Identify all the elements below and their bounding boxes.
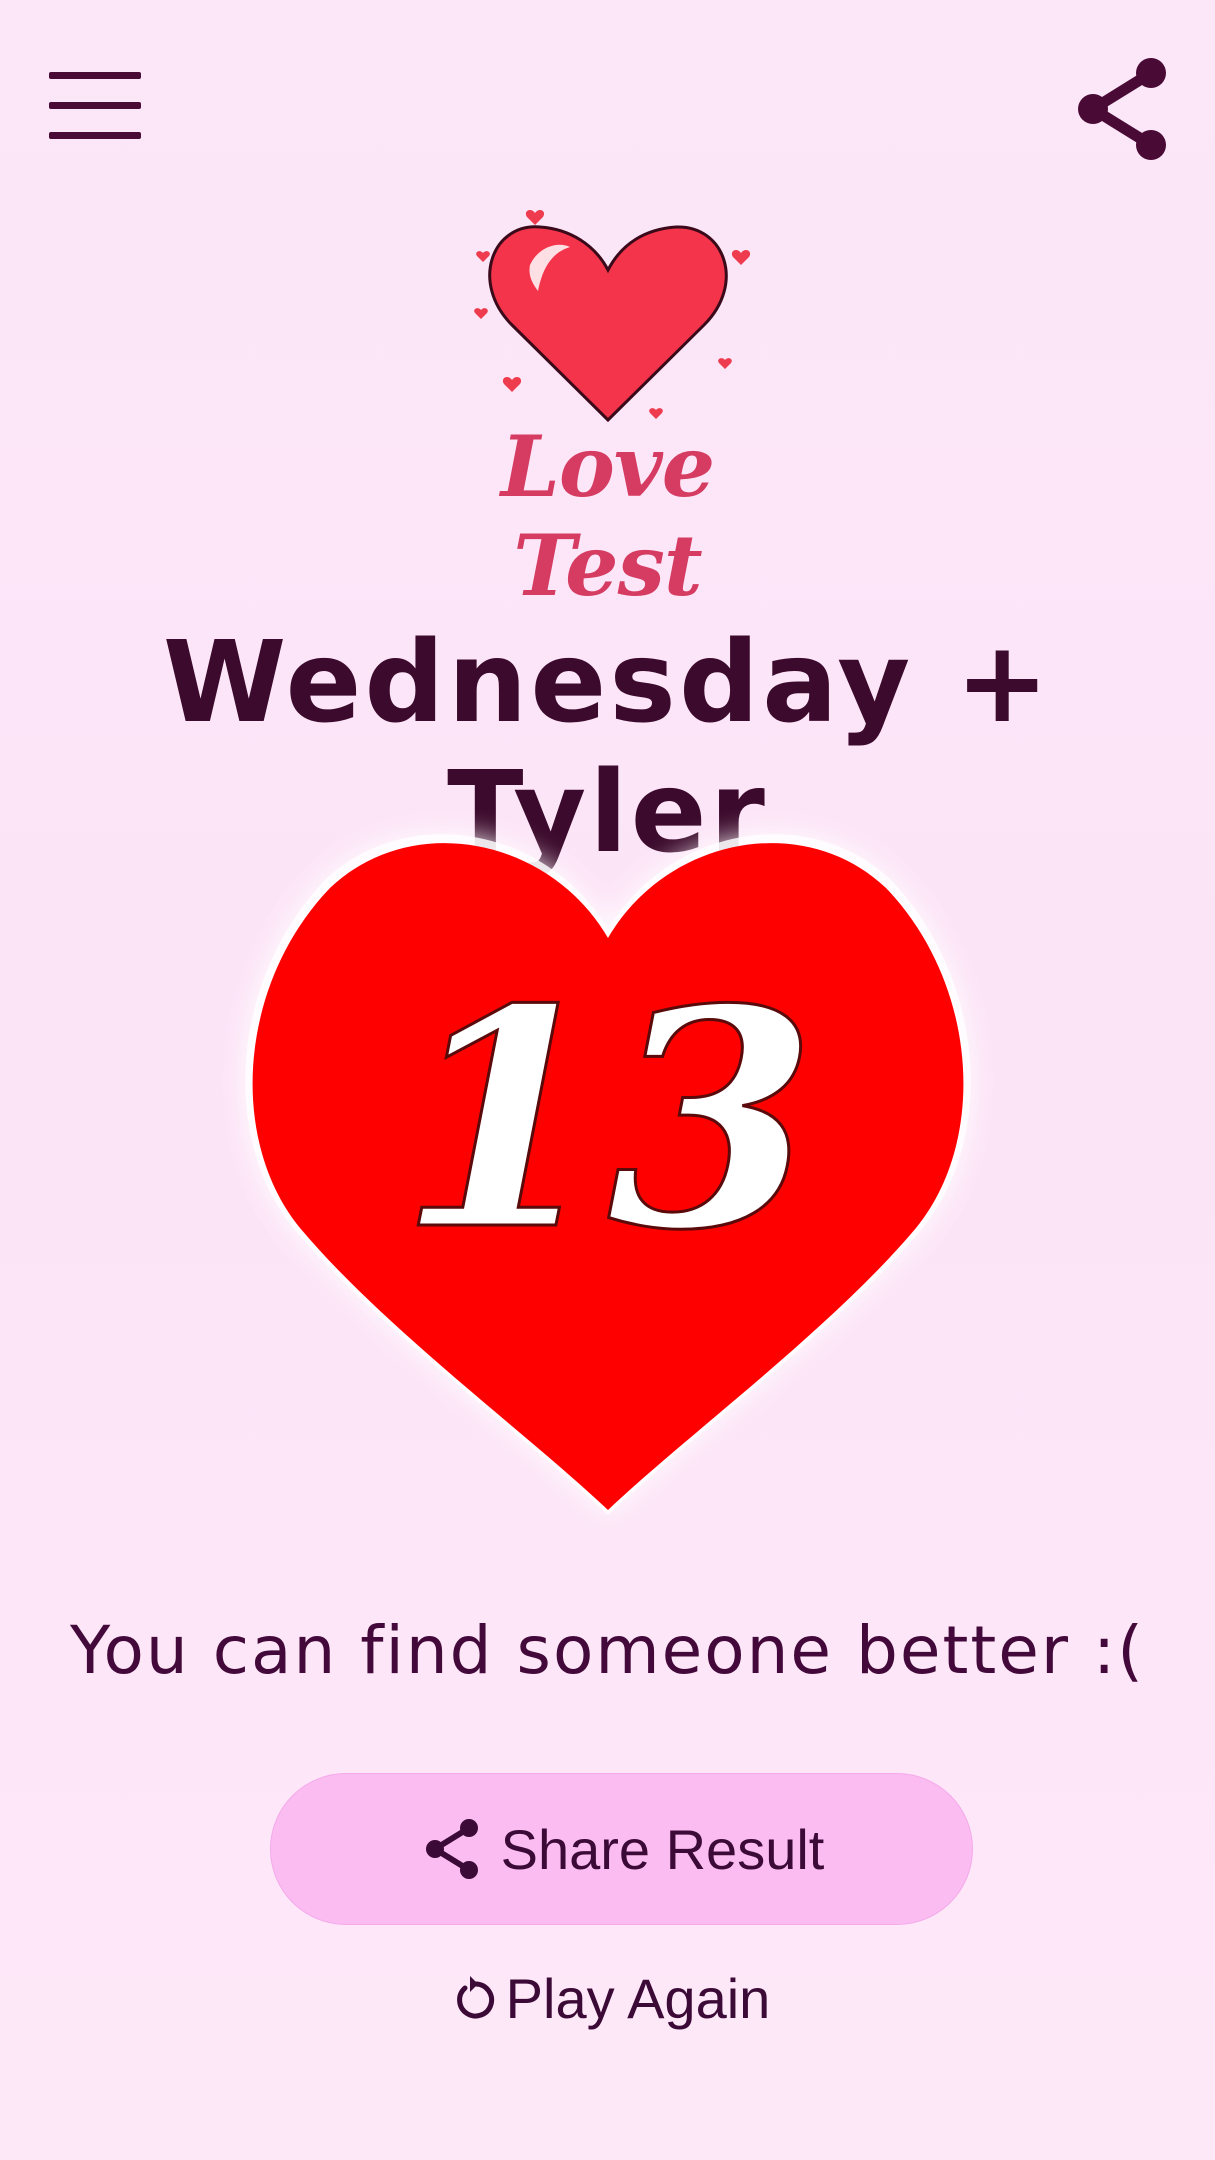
logo-text: Love Test [500,417,715,615]
love-score: 13 [397,943,817,1296]
share-button[interactable] [1065,55,1175,165]
heart-icon [474,210,751,423]
share-result-label: Share Result [500,1817,825,1881]
result-message: You can find someone better :( [70,1612,1145,1689]
result-heart: 13 [200,810,1015,1545]
hamburger-menu-icon-bar-top [49,72,141,79]
share-result-button[interactable]: Share Result [270,1773,973,1925]
menu-button[interactable] [44,62,146,142]
replay-icon [456,1976,494,2019]
hamburger-menu-icon-bar-bottom [49,132,141,139]
share-icon [1078,58,1166,160]
hamburger-menu-icon-bar-middle [49,102,141,109]
app-logo: Love Test [430,195,785,615]
play-again-label: Play Again [505,1966,771,2030]
play-again-button[interactable]: Play Again [440,1958,780,2038]
share-icon [425,1819,478,1879]
